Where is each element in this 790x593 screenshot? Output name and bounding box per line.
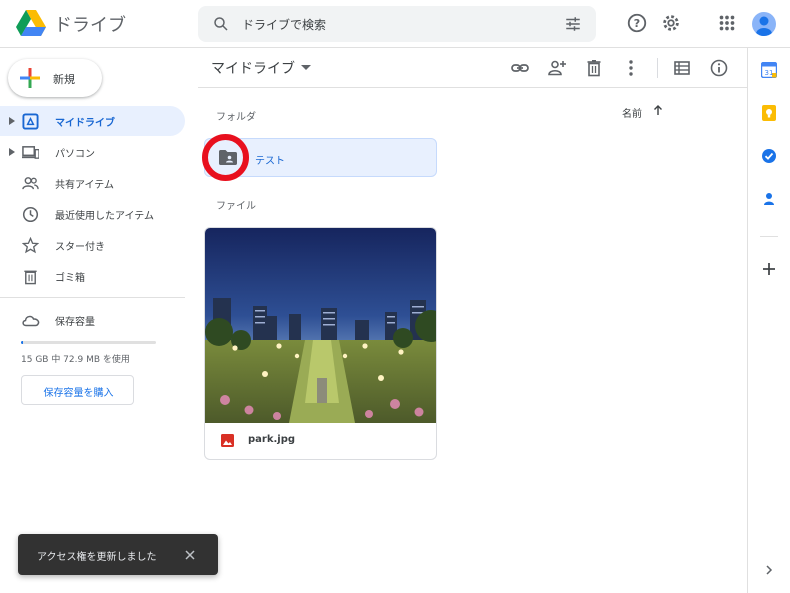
buy-storage-button[interactable]: 保存容量を購入 xyxy=(21,375,134,405)
caret-down-icon[interactable] xyxy=(301,65,311,71)
buy-storage-label: 保存容量を購入 xyxy=(43,388,114,399)
folders-section-label: フォルダ xyxy=(216,112,256,123)
list-view-icon[interactable] xyxy=(672,58,692,78)
sidebar-item-label: スター付き xyxy=(55,242,105,253)
svg-text:31: 31 xyxy=(765,69,774,77)
highlight-ring xyxy=(202,134,249,181)
chevron-right-icon[interactable] xyxy=(764,564,774,576)
svg-text:?: ? xyxy=(634,17,640,30)
more-icon[interactable] xyxy=(621,58,641,78)
snackbar-message: アクセス権を更新しました xyxy=(37,552,157,563)
toolbar-divider xyxy=(657,58,658,78)
file-thumbnail xyxy=(205,228,436,423)
sort-by-name-label[interactable]: 名前 xyxy=(622,105,642,120)
share-icon[interactable] xyxy=(547,58,567,78)
tasks-icon[interactable] xyxy=(761,148,777,164)
person-icon xyxy=(756,16,772,36)
help-icon[interactable]: ? xyxy=(626,12,648,34)
contacts-icon[interactable] xyxy=(761,191,777,207)
add-icon[interactable] xyxy=(760,260,778,278)
sidebar-item-label: 共有アイテム xyxy=(55,180,114,191)
sidebar-item-trash[interactable]: ゴミ箱 xyxy=(0,261,185,291)
close-icon[interactable] xyxy=(182,547,198,563)
sidebar-item-starred[interactable]: スター付き xyxy=(0,230,185,260)
storage-usage-bar xyxy=(21,341,156,344)
new-button-label: 新規 xyxy=(53,73,75,86)
sidebar-divider xyxy=(0,297,185,298)
expand-arrow-icon[interactable] xyxy=(8,147,16,157)
expand-arrow-icon[interactable] xyxy=(8,116,16,126)
my-drive-icon xyxy=(22,113,39,130)
search-box[interactable]: ドライブで検索 xyxy=(198,6,596,42)
keep-icon[interactable] xyxy=(761,105,777,121)
sidebar-item-label: 最近使用したアイテム xyxy=(55,211,154,222)
storage-label[interactable]: 保存容量 xyxy=(55,313,95,328)
search-icon[interactable] xyxy=(212,15,230,33)
drive-logo-icon[interactable] xyxy=(16,10,46,36)
files-section-label: ファイル xyxy=(216,201,256,212)
sidebar-item-label: パソコン xyxy=(55,149,95,160)
sidebar-item-recent[interactable]: 最近使用したアイテム xyxy=(0,199,185,229)
new-button[interactable]: 新規 xyxy=(8,59,102,97)
sidebar-item-label: ゴミ箱 xyxy=(55,273,85,284)
storage-usage-fill xyxy=(21,341,24,344)
apps-icon[interactable] xyxy=(716,12,738,34)
page-title[interactable]: マイドライブ xyxy=(211,58,295,78)
trash-icon xyxy=(24,270,37,285)
file-card[interactable]: park.jpg xyxy=(204,227,437,460)
trash-icon[interactable] xyxy=(584,58,604,78)
link-icon[interactable] xyxy=(510,58,530,78)
cloud-icon xyxy=(22,315,40,327)
computers-icon xyxy=(22,146,39,159)
storage-usage-text: 15 GB 中 72.9 MB を使用 xyxy=(21,355,130,365)
folder-name: テスト xyxy=(255,156,285,167)
top-bar: ドライブ ドライブで検索 ? xyxy=(0,0,790,48)
sidebar-item-computers[interactable]: パソコン xyxy=(0,137,185,167)
star-icon xyxy=(22,237,39,254)
info-icon[interactable] xyxy=(709,58,729,78)
account-avatar[interactable] xyxy=(752,12,776,36)
sidebar-item-my-drive[interactable]: マイドライブ xyxy=(0,106,185,136)
arrow-up-icon[interactable] xyxy=(652,104,664,116)
search-input[interactable]: ドライブで検索 xyxy=(242,16,326,33)
side-panel-divider xyxy=(760,236,778,237)
shared-icon xyxy=(22,177,39,190)
tune-icon[interactable] xyxy=(564,15,582,33)
image-file-icon xyxy=(221,434,234,447)
settings-icon[interactable] xyxy=(660,12,682,34)
calendar-icon[interactable]: 31 xyxy=(761,62,777,78)
sidebar-item-shared[interactable]: 共有アイテム xyxy=(0,168,185,198)
side-panel: 31 xyxy=(747,48,790,593)
recent-icon xyxy=(22,206,39,223)
main-divider xyxy=(198,87,748,88)
plus-icon xyxy=(20,68,40,88)
sidebar-item-label: マイドライブ xyxy=(55,118,115,129)
snackbar: アクセス権を更新しました xyxy=(18,534,218,575)
app-title: ドライブ xyxy=(54,15,126,36)
file-name: park.jpg xyxy=(248,434,296,445)
